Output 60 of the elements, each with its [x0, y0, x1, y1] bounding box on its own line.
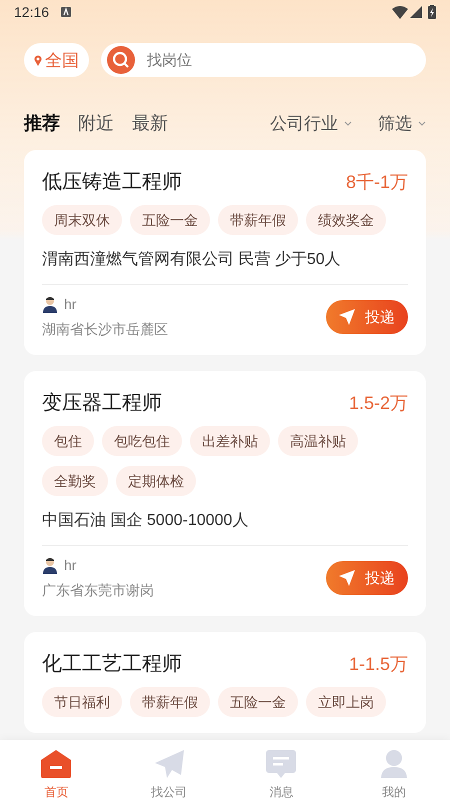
benefit-tag: 五险一金 — [218, 687, 298, 717]
benefit-tag: 带薪年假 — [218, 205, 298, 235]
benefit-tag: 包吃包住 — [102, 426, 182, 456]
status-time: 12:16 — [14, 4, 50, 20]
recruiter-name: hr — [64, 557, 76, 573]
recruiter-name: hr — [64, 296, 76, 312]
job-title: 化工工艺工程师 — [42, 652, 182, 677]
company-info: 中国石油 国企 5000-10000人 — [42, 510, 250, 531]
location-button[interactable]: 全国 — [24, 43, 89, 77]
filter-dropdown[interactable]: 筛选 — [378, 112, 426, 134]
search-input[interactable]: 找岗位 — [145, 50, 420, 70]
avatar-icon — [42, 295, 58, 313]
benefit-tag: 绩效奖金 — [306, 205, 386, 235]
benefit-tag: 节日福利 — [42, 687, 122, 717]
chat-icon — [266, 749, 296, 778]
benefit-tag: 立即上岗 — [306, 687, 386, 717]
search-icon — [107, 46, 135, 74]
wifi-icon — [392, 6, 408, 18]
tab[interactable]: 推荐 — [24, 111, 60, 135]
salary: 1-1.5万 — [348, 652, 408, 676]
job-card[interactable]: 低压铸造工程师 8千-1万 周末双休 五险一金 带薪年假 绩效奖金 渭南西潼燃气管网有限公司 民营 少于50人 hr 湖南省长沙市岳麓区 投递 — [24, 150, 426, 355]
chevron-down-icon — [418, 120, 426, 126]
tab[interactable]: 附近 — [78, 111, 114, 135]
job-card[interactable]: 化工工艺工程师 1-1.5万 节日福利 带薪年假 五险一金 立即上岗 — [24, 632, 426, 733]
nav-tab[interactable]: 首页 — [0, 740, 112, 800]
nav-tab[interactable]: 找公司 — [112, 740, 225, 800]
job-title: 变压器工程师 — [42, 391, 162, 416]
salary: 8千-1万 — [346, 170, 408, 194]
job-address: 湖南省长沙市岳麓区 — [42, 321, 168, 339]
apply-button[interactable]: 投递 — [326, 561, 408, 595]
benefit-tag: 定期体检 — [116, 466, 196, 496]
benefit-tag: 全勤奖 — [42, 466, 108, 496]
search-field[interactable]: 找岗位 — [101, 43, 426, 77]
avatar-icon — [42, 556, 58, 574]
person-icon — [378, 749, 409, 778]
send-icon — [339, 309, 355, 325]
benefit-tag: 包住 — [42, 426, 94, 456]
job-title: 低压铸造工程师 — [42, 170, 182, 195]
job-card[interactable]: 变压器工程师 1.5-2万 包住 包吃包住 出差补贴 高温补贴 全勤奖 定期体检 中国石油 国企 5000-10000人 hr 广东省东莞市谢岗 投递 — [24, 371, 426, 616]
notification-icon — [61, 7, 72, 17]
company-info: 渭南西潼燃气管网有限公司 民营 少于50人 — [42, 250, 342, 270]
plane-icon — [154, 749, 184, 778]
signal-icon — [410, 6, 422, 18]
chevron-down-icon — [344, 120, 352, 126]
apply-button[interactable]: 投递 — [326, 300, 408, 334]
benefit-tag: 带薪年假 — [130, 687, 210, 717]
location-pin-icon — [34, 54, 42, 66]
benefit-tag: 出差补贴 — [190, 426, 270, 456]
salary: 1.5-2万 — [348, 392, 408, 414]
benefit-tag: 周末双休 — [42, 205, 122, 235]
benefit-tag: 高温补贴 — [278, 426, 358, 456]
tab[interactable]: 最新 — [132, 111, 168, 135]
battery-icon — [428, 5, 436, 19]
job-address: 广东省东莞市谢岗 — [42, 582, 154, 600]
nav-tab[interactable]: 我的 — [338, 740, 450, 800]
home-icon — [41, 749, 72, 778]
send-icon — [339, 570, 355, 586]
filter-dropdown[interactable]: 公司行业 — [270, 112, 352, 134]
nav-tab[interactable]: 消息 — [225, 740, 338, 800]
benefit-tag: 五险一金 — [130, 205, 210, 235]
